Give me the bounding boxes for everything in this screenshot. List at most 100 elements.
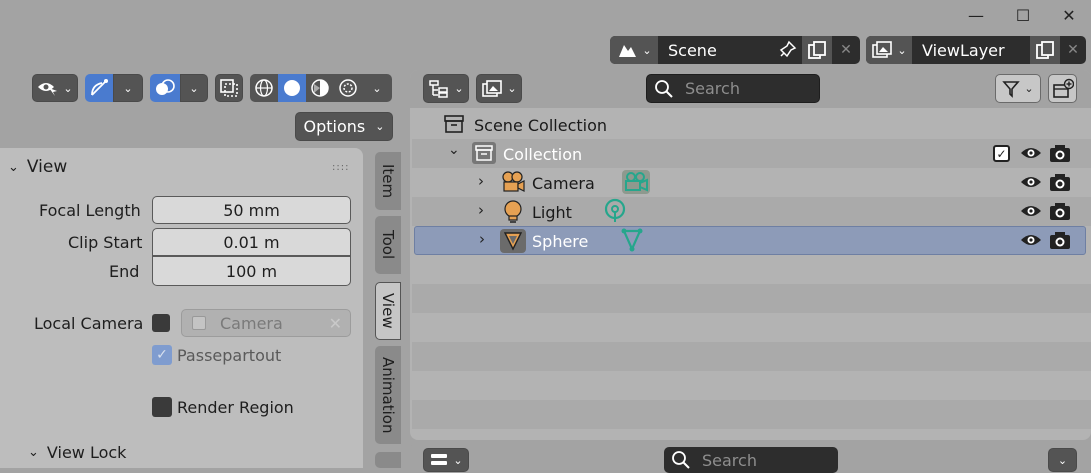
new-viewlayer-button[interactable] xyxy=(1030,36,1060,64)
solid-shading-button[interactable] xyxy=(278,74,306,102)
properties-options-dropdown[interactable]: ⌄ xyxy=(1048,448,1077,472)
outliner-row-collection[interactable]: ⌄ Collection ✓ xyxy=(412,139,1091,168)
editor-type-dropdown[interactable]: ⌄ xyxy=(423,448,469,472)
outliner-row-sphere[interactable]: › Sphere xyxy=(414,226,1086,255)
xray-icon xyxy=(220,79,238,97)
search-icon xyxy=(655,79,673,98)
render-region-checkbox[interactable] xyxy=(152,397,172,417)
pin-icon[interactable] xyxy=(776,39,798,61)
overlays-toggle[interactable] xyxy=(150,74,180,102)
overlays-icon xyxy=(156,79,175,95)
camera-object-icon xyxy=(192,316,206,330)
light-label: Light xyxy=(532,203,572,222)
eye-icon[interactable] xyxy=(1020,232,1042,248)
options-dropdown[interactable]: Options ⌄ xyxy=(295,112,393,141)
chevron-down-icon[interactable]: ⌄ xyxy=(448,142,460,158)
tab-item[interactable]: Item xyxy=(375,152,401,210)
wireframe-icon xyxy=(255,79,273,97)
mesh-object-icon xyxy=(500,229,526,253)
clear-icon: ✕ xyxy=(328,313,342,333)
viewlayer-name[interactable]: ViewLayer xyxy=(922,41,1030,60)
tab-view-label: View xyxy=(379,293,397,329)
material-preview-icon xyxy=(311,79,329,97)
overlays-dropdown[interactable]: ⌄ xyxy=(180,74,208,102)
close-window-button[interactable]: ✕ xyxy=(1045,0,1091,30)
eye-icon[interactable] xyxy=(1020,203,1042,219)
scene-collection-icon xyxy=(444,115,464,133)
delete-viewlayer-button[interactable]: ✕ xyxy=(1060,36,1086,64)
collection-exclude-checkbox[interactable]: ✓ xyxy=(993,145,1010,162)
viewlayer-browse-button[interactable]: ⌄ xyxy=(866,36,912,64)
local-camera-label: Local Camera xyxy=(34,314,144,333)
chevron-right-icon[interactable]: › xyxy=(478,172,484,190)
outliner-row-light[interactable]: › Light xyxy=(412,197,1091,226)
eye-pointer-icon xyxy=(38,83,58,96)
outliner-empty-row xyxy=(412,255,1091,284)
gizmo-dropdown[interactable]: ⌄ xyxy=(113,74,143,102)
duplicate-icon xyxy=(1036,41,1054,59)
shading-dropdown[interactable]: ⌄ xyxy=(362,74,392,102)
outliner-row-scene-collection[interactable]: Scene Collection xyxy=(412,110,1091,139)
clip-start-label: Clip Start xyxy=(68,233,143,252)
new-scene-button[interactable] xyxy=(802,36,832,64)
maximize-button[interactable]: ☐ xyxy=(999,0,1047,30)
render-layer-icon xyxy=(872,41,893,58)
material-shading-button[interactable] xyxy=(306,74,334,102)
xray-toggle[interactable] xyxy=(215,74,243,102)
eye-icon[interactable] xyxy=(1020,145,1042,161)
view-panel-header[interactable]: ⌄ View xyxy=(8,157,67,177)
view-layer-dropdown[interactable]: ⌄ xyxy=(476,74,522,103)
tab-tool[interactable]: Tool xyxy=(375,216,401,274)
eye-icon[interactable] xyxy=(1020,174,1042,190)
properties-search-input[interactable]: Search xyxy=(664,447,838,473)
camera-render-icon[interactable] xyxy=(1049,143,1071,163)
scene-browse-button[interactable]: ⌄ xyxy=(610,36,658,64)
tab-tool-label: Tool xyxy=(379,230,397,260)
focal-length-field[interactable]: 50 mm xyxy=(152,196,351,224)
light-data-icon[interactable] xyxy=(602,198,628,224)
camera-data-icon[interactable] xyxy=(621,169,651,195)
outliner-row-camera[interactable]: › Camera xyxy=(412,168,1091,197)
view-lock-header[interactable]: ⌄ View Lock xyxy=(28,443,126,462)
scene-name[interactable]: Scene xyxy=(668,41,776,60)
view-lock-title: View Lock xyxy=(46,443,127,462)
passepartout-checkbox[interactable]: ✓ xyxy=(152,345,172,365)
tab-view[interactable]: View xyxy=(375,282,401,340)
light-object-icon xyxy=(504,200,522,223)
camera-render-icon[interactable] xyxy=(1049,201,1071,221)
camera-render-icon[interactable] xyxy=(1049,172,1071,192)
tab-animation[interactable]: Animation xyxy=(375,346,401,444)
clip-end-field[interactable]: 100 m xyxy=(152,256,351,286)
camera-render-icon[interactable] xyxy=(1049,230,1071,250)
local-camera-field: Camera ✕ xyxy=(181,309,351,337)
clip-start-field[interactable]: 0.01 m xyxy=(152,228,351,256)
new-collection-button[interactable] xyxy=(1048,74,1077,103)
view-panel-title: View xyxy=(26,157,68,177)
focal-length-label: Focal Length xyxy=(39,201,141,220)
scene-selector[interactable]: ⌄ Scene ✕ xyxy=(610,36,860,64)
chevron-right-icon[interactable]: › xyxy=(478,201,484,219)
outliner-search-input[interactable]: Search xyxy=(646,74,820,103)
gizmo-icon xyxy=(91,79,108,96)
tab-more[interactable] xyxy=(375,452,401,468)
viewlayer-selector[interactable]: ⌄ ViewLayer ✕ xyxy=(866,36,1086,64)
clip-end-label: End xyxy=(109,262,140,281)
gizmo-toggle[interactable] xyxy=(85,74,113,102)
filter-dropdown[interactable]: ⌄ xyxy=(995,74,1041,103)
mesh-data-icon[interactable] xyxy=(619,227,645,254)
options-label: Options xyxy=(303,117,366,136)
filter-icon xyxy=(1002,80,1021,98)
outliner-empty-row xyxy=(412,400,1091,429)
wireframe-shading-button[interactable] xyxy=(250,74,278,102)
passepartout-label: Passepartout xyxy=(177,346,282,365)
rendered-shading-button[interactable] xyxy=(334,74,362,102)
duplicate-icon xyxy=(808,41,826,59)
display-mode-dropdown[interactable]: ⌄ xyxy=(423,74,469,103)
local-camera-checkbox[interactable] xyxy=(152,314,170,332)
chevron-right-icon[interactable]: › xyxy=(479,230,485,248)
drag-handle-icon[interactable]: :::: xyxy=(332,162,349,173)
visibility-dropdown[interactable]: ⌄ xyxy=(32,74,78,102)
collection-label: Collection xyxy=(503,145,583,164)
delete-scene-button[interactable]: ✕ xyxy=(832,36,860,64)
minimize-button[interactable]: — xyxy=(952,0,1000,30)
